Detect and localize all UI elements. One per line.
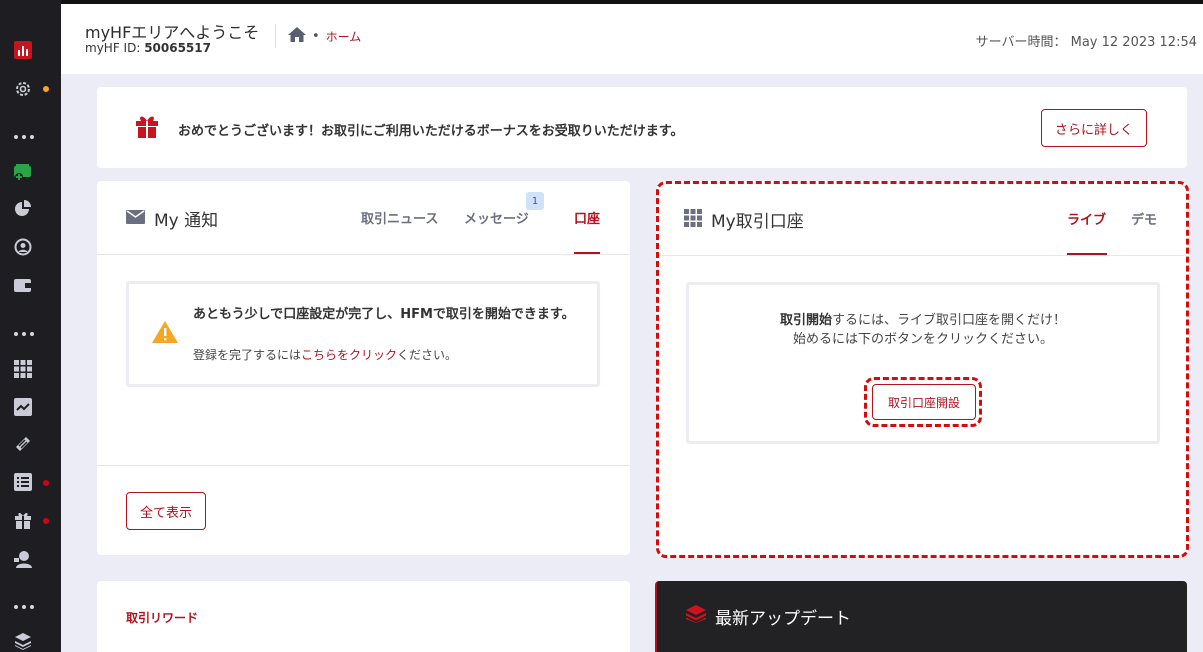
mail-icon (126, 209, 145, 228)
bar-chart-icon[interactable] (12, 39, 34, 61)
tab-account[interactable]: 口座 (574, 208, 600, 227)
bonus-banner: おめでとうございます！お取引にご利用いただけるボーナスをお受取りいただけます。 … (97, 87, 1187, 168)
alert-subtext: 登録を完了するにはこちらをクリックください。 (193, 346, 457, 363)
open-account-box: 取引開始するには、ライブ取引口座を開くだけ！ 始めるには下のボタンをクリックくだ… (686, 282, 1160, 444)
highlight-outline: 取引口座開設 (864, 377, 982, 427)
alert-sub-prefix: 登録を完了するには (193, 348, 302, 362)
divider (97, 465, 630, 466)
notification-dot (43, 518, 49, 524)
pie-chart-icon[interactable] (12, 198, 34, 220)
layers-icon (686, 605, 706, 627)
deposit-icon[interactable] (12, 161, 34, 183)
learn-more-button[interactable]: さらに詳しく (1041, 109, 1147, 147)
trading-rewards-card: 取引リワード (97, 581, 630, 652)
more-icon[interactable] (14, 332, 34, 338)
trading-rewards-title: 取引リワード (126, 611, 199, 625)
layers-icon[interactable] (12, 630, 34, 652)
notification-dot (43, 480, 49, 486)
tab-demo[interactable]: デモ (1131, 209, 1157, 228)
trading-accounts-card: My取引口座 ライブ デモ 取引開始するには、ライブ取引口座を開くだけ！ 始める… (656, 181, 1189, 558)
latest-updates-card: 最新アップデート (655, 581, 1187, 652)
complete-registration-link[interactable]: こちらをクリック (301, 348, 397, 362)
trading-accounts-title: My取引口座 (711, 212, 804, 232)
apps-icon (684, 209, 702, 231)
breadcrumb-separator: • (312, 29, 320, 44)
notifications-card: My 通知 取引ニュース メッセージ 1 口座 あともう少しで口座設定が完了し、… (97, 181, 630, 555)
gift-icon[interactable] (12, 509, 34, 531)
profile-icon[interactable] (12, 236, 34, 258)
divider (659, 255, 1186, 256)
list-icon[interactable] (12, 471, 34, 493)
open-trading-account-button[interactable]: 取引口座開設 (872, 384, 976, 420)
open-account-emphasis: 取引開始 (779, 313, 832, 328)
divider (97, 254, 630, 255)
trending-icon[interactable] (12, 396, 34, 418)
support-icon[interactable] (12, 548, 34, 570)
user-id-value: 50065517 (144, 41, 211, 55)
settings-icon[interactable] (12, 78, 34, 100)
alert-title: あともう少しで口座設定が完了し、HFMで取引を開始できます。 (193, 307, 575, 322)
user-id: myHF ID: 50065517 (85, 41, 211, 55)
more-icon[interactable] (14, 135, 34, 141)
apps-icon[interactable] (12, 358, 34, 380)
welcome-title: myHFエリアへようこそ (85, 23, 260, 42)
notifications-title: My 通知 (154, 211, 219, 231)
sidebar (0, 0, 61, 652)
more-icon[interactable] (14, 605, 34, 611)
tab-messages[interactable]: メッセージ (464, 208, 529, 227)
alert-sub-suffix: ください。 (397, 348, 458, 362)
top-header: myHFエリアへようこそ myHF ID: 50065517 • ホーム サーバ… (61, 4, 1203, 74)
breadcrumb: • ホーム (288, 27, 361, 46)
notification-dot (43, 86, 49, 92)
open-account-message-rest: するには、ライブ取引口座を開くだけ！ (832, 313, 1067, 328)
setup-alert: あともう少しで口座設定が完了し、HFMで取引を開始できます。 登録を完了するには… (126, 281, 600, 387)
wallet-icon[interactable] (12, 274, 34, 296)
warning-icon (152, 321, 178, 347)
open-account-message: 取引開始するには、ライブ取引口座を開くだけ！ (689, 309, 1157, 328)
tools-icon[interactable] (12, 433, 34, 455)
tab-trading-news[interactable]: 取引ニュース (361, 208, 438, 227)
messages-count-badge: 1 (526, 192, 544, 210)
show-all-button[interactable]: 全て表示 (126, 492, 206, 530)
home-icon[interactable] (288, 27, 306, 46)
open-account-instruction: 始めるには下のボタンをクリックください。 (792, 332, 1053, 347)
tab-live[interactable]: ライブ (1067, 209, 1106, 228)
bonus-message: おめでとうございます！お取引にご利用いただけるボーナスをお受取りいただけます。 (178, 124, 684, 139)
gift-icon (135, 114, 159, 142)
server-time: サーバー時間： May 12 2023 12:54 (975, 35, 1197, 50)
header-divider (275, 24, 276, 48)
breadcrumb-home-link[interactable]: ホーム (326, 28, 362, 45)
user-id-label: myHF ID: (85, 41, 141, 55)
latest-updates-title: 最新アップデート (715, 609, 851, 629)
